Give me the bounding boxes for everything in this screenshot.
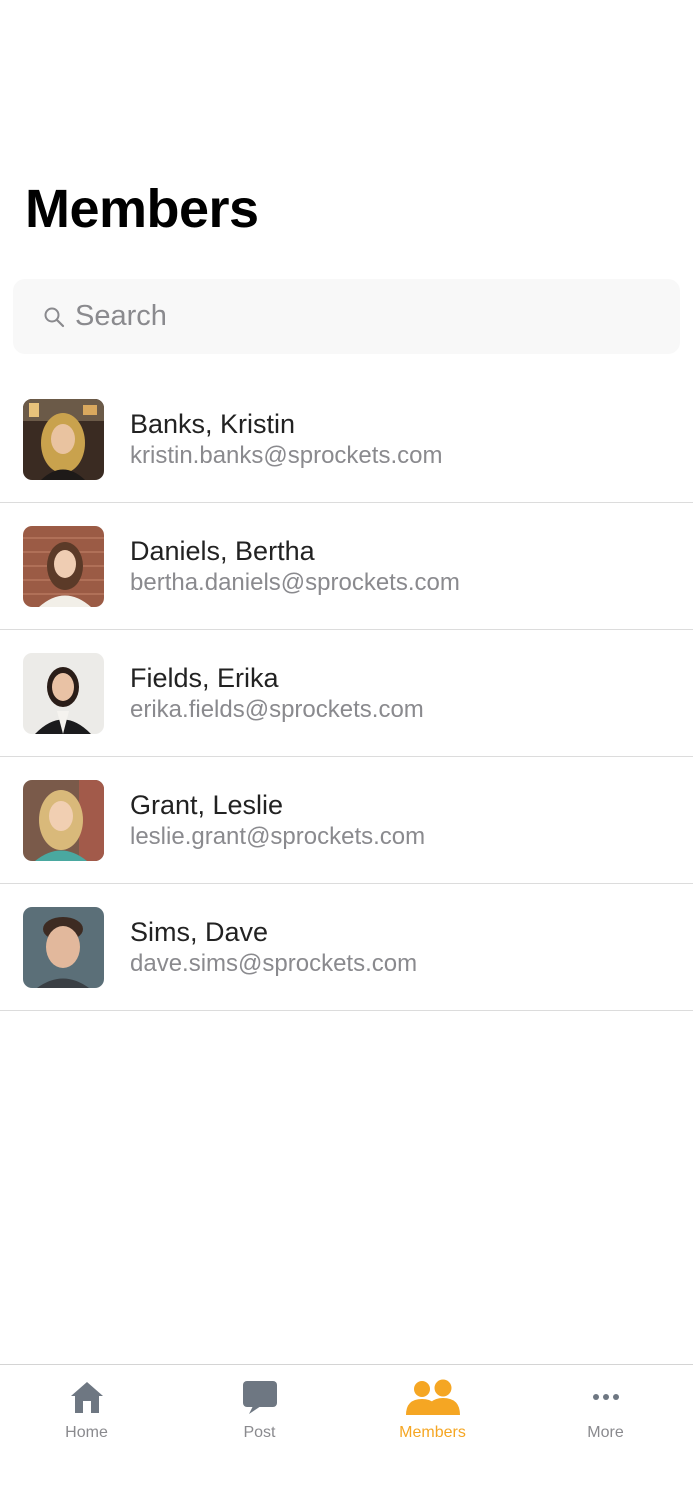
members-list: Banks, Kristin kristin.banks@sprockets.c… <box>0 376 693 1011</box>
avatar <box>23 526 104 607</box>
tab-label: Post <box>243 1424 276 1441</box>
tab-post[interactable]: Post <box>173 1365 346 1465</box>
member-row[interactable]: Grant, Leslie leslie.grant@sprockets.com <box>0 757 693 884</box>
avatar <box>23 653 104 734</box>
member-row[interactable]: Daniels, Bertha bertha.daniels@sprockets… <box>0 503 693 630</box>
tab-label: Members <box>399 1424 466 1441</box>
member-row[interactable]: Fields, Erika erika.fields@sprockets.com <box>0 630 693 757</box>
member-email: kristin.banks@sprockets.com <box>130 442 443 469</box>
member-name: Sims, Dave <box>130 917 269 947</box>
tab-bar: Home Post Members More <box>0 1364 693 1500</box>
member-email: bertha.daniels@sprockets.com <box>130 569 460 596</box>
chat-bubble-icon <box>241 1379 279 1420</box>
member-email: leslie.grant@sprockets.com <box>130 823 426 850</box>
tab-members[interactable]: Members <box>346 1365 519 1465</box>
more-dots-icon <box>587 1379 625 1420</box>
member-name: Daniels, Bertha <box>130 536 315 566</box>
home-icon <box>68 1379 106 1420</box>
search-bar[interactable] <box>13 279 680 354</box>
member-name: Grant, Leslie <box>130 790 284 820</box>
avatar <box>23 907 104 988</box>
member-row[interactable]: Banks, Kristin kristin.banks@sprockets.c… <box>0 376 693 503</box>
member-email: dave.sims@sprockets.com <box>130 950 418 977</box>
avatar <box>23 780 104 861</box>
people-icon <box>405 1379 461 1422</box>
tab-home[interactable]: Home <box>0 1365 173 1465</box>
member-name: Fields, Erika <box>130 663 279 693</box>
tab-more[interactable]: More <box>519 1365 692 1465</box>
page-title: Members <box>25 179 259 239</box>
tab-label: More <box>587 1424 624 1441</box>
tab-label: Home <box>65 1424 108 1441</box>
member-row[interactable]: Sims, Dave dave.sims@sprockets.com <box>0 884 693 1011</box>
member-name: Banks, Kristin <box>130 409 296 439</box>
search-icon <box>42 305 66 329</box>
avatar <box>23 399 104 480</box>
search-input[interactable] <box>75 279 665 354</box>
member-email: erika.fields@sprockets.com <box>130 696 424 723</box>
